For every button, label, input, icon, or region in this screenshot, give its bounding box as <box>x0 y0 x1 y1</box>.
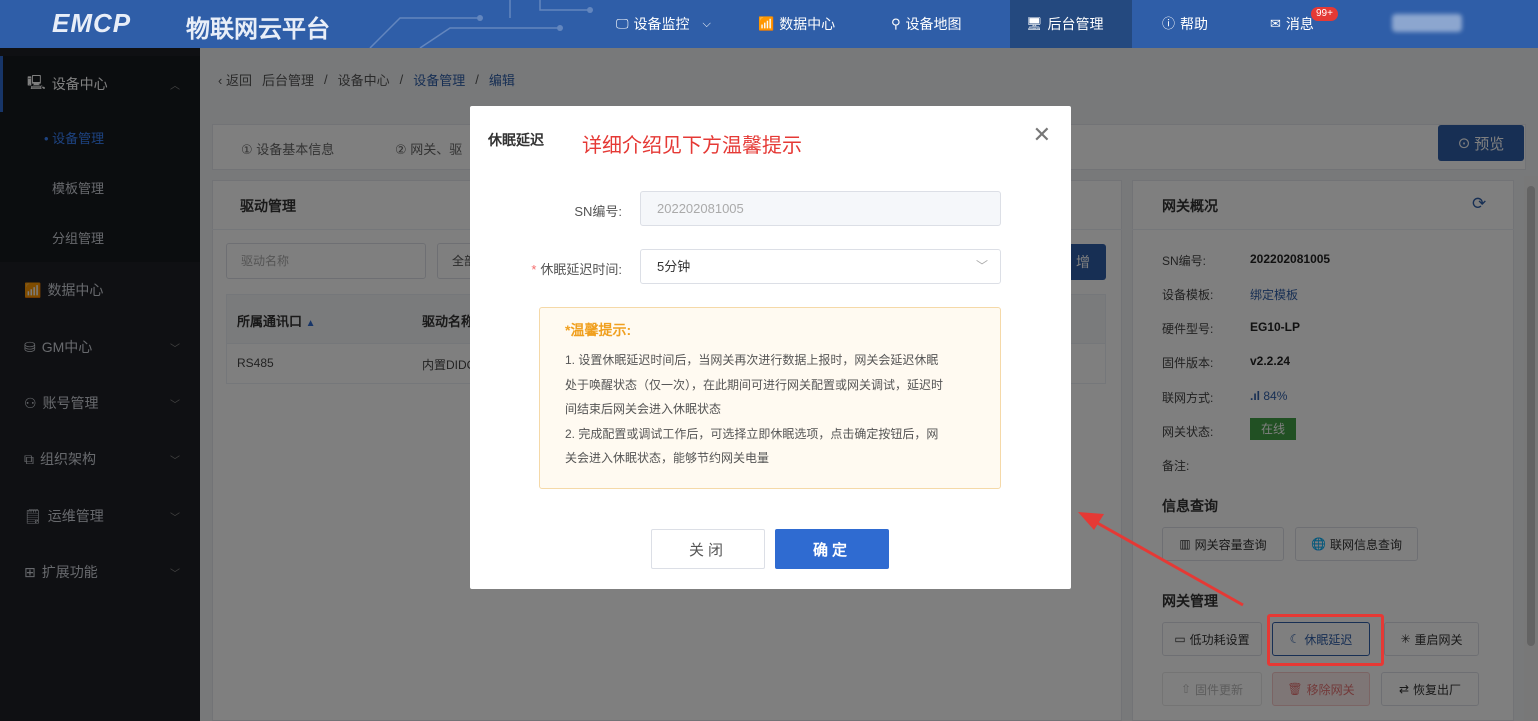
admin-icon: 🖥 <box>1026 16 1043 31</box>
message-icon: ✉ <box>1270 16 1281 31</box>
tip-line: 间结束后网关会进入休眠状态 <box>565 402 722 416</box>
message-count-badge: 99+ <box>1311 7 1338 21</box>
nav-messages[interactable]: ✉ 消息 <box>1270 0 1314 48</box>
tip-line: 关会进入休眠状态，能够节约网关电量 <box>565 451 770 465</box>
tip-title: *温馨提示: <box>565 322 632 338</box>
delay-label-text: 休眠延迟时间: <box>540 262 622 277</box>
annotation-highlight-box <box>1267 614 1384 666</box>
nav-label: 消息 <box>1285 16 1314 32</box>
user-avatar[interactable] <box>1392 14 1462 32</box>
tip-line: 处于唤醒状态（仅一次），在此期间可进行网关配置或网关调试，延迟时 <box>565 377 944 392</box>
nav-device-monitor[interactable]: 🖵 设备监控 ⌵ <box>616 0 711 48</box>
delay-time-select[interactable]: 5分钟 ﹀ <box>640 249 1001 284</box>
chevron-down-icon: ⌵ <box>702 18 711 30</box>
platform-name: 物联网云平台 <box>186 16 330 43</box>
nav-label: 设备地图 <box>905 16 962 32</box>
monitor-icon: 🖵 <box>616 16 629 31</box>
close-icon[interactable]: ✕ <box>1033 122 1051 148</box>
nav-label: 设备监控 <box>633 16 690 32</box>
close-button[interactable]: 关闭 <box>651 529 765 569</box>
chevron-down-icon: ﹀ <box>975 259 988 273</box>
help-icon: ⓘ <box>1162 16 1176 31</box>
nav-help[interactable]: ⓘ 帮助 <box>1162 0 1208 48</box>
map-pin-icon: ⚲ <box>891 16 901 31</box>
nav-label: 后台管理 <box>1047 16 1104 32</box>
sleep-delay-dialog: 休眠延迟 详细介绍见下方温馨提示 ✕ SN编号: 202202081005 * 休… <box>470 106 1071 589</box>
required-mark: * <box>531 262 537 277</box>
delay-selected-value: 5分钟 <box>657 259 691 274</box>
circuit-decoration <box>369 0 593 48</box>
tip-box: *温馨提示: 1. 设置休眠延迟时间后，当网关再次进行数据上报时，网关会延迟休眠… <box>539 307 1001 489</box>
sn-field-label: SN编号: <box>574 204 622 219</box>
tip-body: 1. 设置休眠延迟时间后，当网关再次进行数据上报时，网关会延迟休眠 处于唤醒状态… <box>565 348 980 471</box>
tip-line: 1. 设置休眠延迟时间后，当网关再次进行数据上报时，网关会延迟休眠 <box>565 353 939 367</box>
nav-data-center[interactable]: 📶 数据中心 <box>758 0 835 48</box>
top-nav-bar: EMCP 物联网云平台 🖵 设备监控 ⌵ 📶 数据中心 ⚲ 设备地图 🖥 后台管… <box>0 0 1538 48</box>
chart-icon: 📶 <box>758 16 775 31</box>
confirm-button[interactable]: 确定 <box>775 529 889 569</box>
nav-label: 帮助 <box>1180 16 1209 32</box>
nav-device-map[interactable]: ⚲ 设备地图 <box>891 0 962 48</box>
brand-logo[interactable]: EMCP <box>52 8 131 39</box>
sn-field: 202202081005 <box>640 191 1001 226</box>
nav-admin[interactable]: 🖥 后台管理 <box>1010 0 1132 48</box>
tip-line: 2. 完成配置或调试工作后，可选择立即休眠选项，点击确定按钮后，网 <box>565 426 939 441</box>
nav-label: 数据中心 <box>779 16 836 32</box>
annotation-text: 详细介绍见下方温馨提示 <box>582 135 802 157</box>
delay-field-label: * 休眠延迟时间: <box>472 259 622 278</box>
dialog-title: 休眠延迟 <box>488 132 544 148</box>
